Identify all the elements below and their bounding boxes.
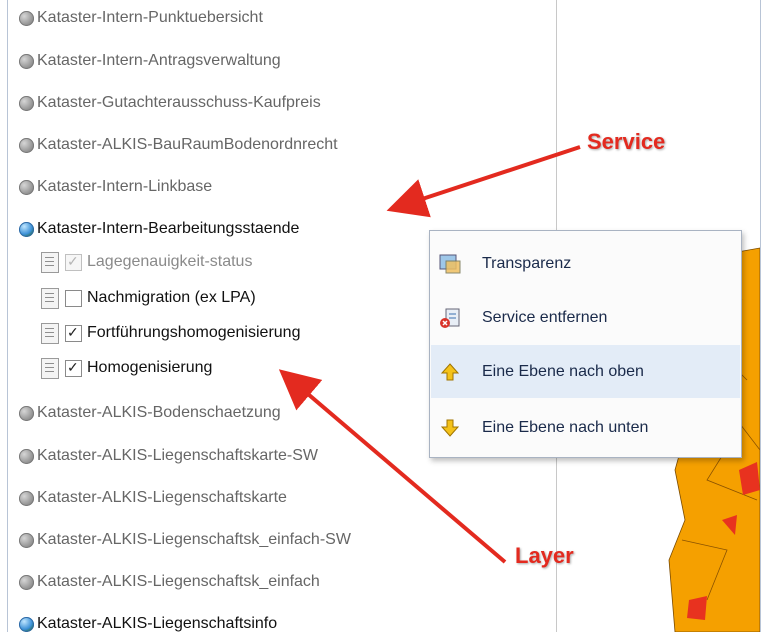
layer-arrow	[278, 369, 507, 564]
layer-annotation: Layer	[515, 543, 574, 568]
service-arrow	[386, 145, 581, 218]
service-annotation: Service	[587, 129, 666, 154]
annotation-arrows	[278, 145, 581, 564]
